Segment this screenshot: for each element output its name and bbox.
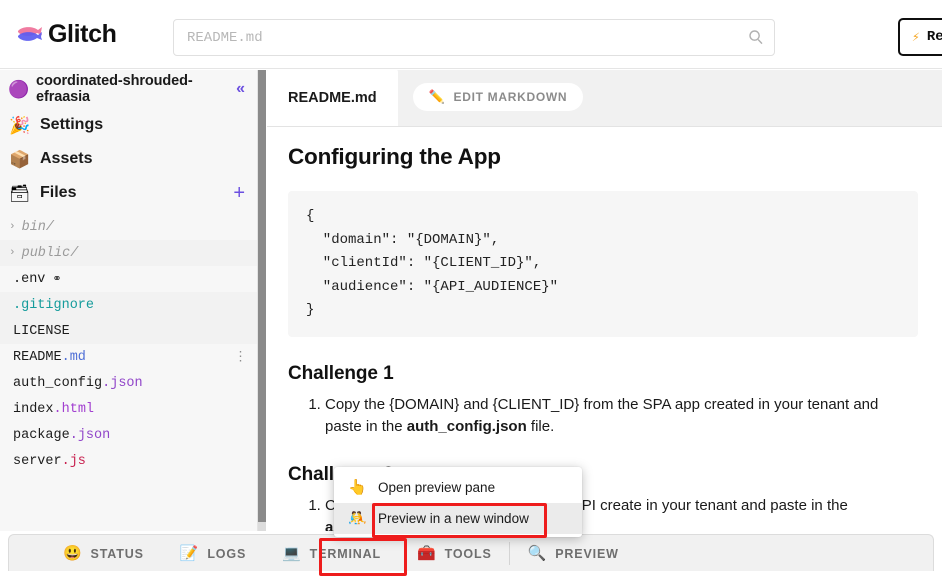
file-name: server [13,454,62,469]
file-name: .gitignore [13,298,94,313]
toolbar-button-terminal[interactable]: 💻 TERMINAL [264,535,399,572]
people-wrestling-icon: 🤼 [348,511,365,526]
file-name: bin/ [22,220,54,235]
file-name: auth_config [13,376,102,391]
list-item-bold-filename: auth_config.json [407,418,527,435]
challenge-1-list: Copy the {DOMAIN} and {CLIENT_ID} from t… [288,394,918,438]
sidebar-item-files[interactable]: 🗃 Files + [0,176,257,210]
toolbar-button-label: TERMINAL [310,547,381,561]
file-tree-item-auth-config[interactable]: auth_config.json [0,370,257,396]
toolbar-button-status[interactable]: 😃 STATUS [45,535,162,572]
chevron-double-left-icon[interactable]: « [236,81,247,97]
toolbar-button-label: PREVIEW [555,547,619,561]
file-tree-item-license[interactable]: LICENSE [0,318,257,344]
toolbar-button-label: TOOLS [445,547,492,561]
file-tree-item-readme[interactable]: README.md ⋮ [0,344,257,370]
file-name: README [13,350,62,365]
toolbar-button-logs[interactable]: 📝 LOGS [162,535,264,572]
menu-item-open-preview-pane[interactable]: 👆 Open preview pane [334,472,582,503]
search-icon[interactable] [748,29,764,45]
main-content: README.md ✏️ EDIT MARKDOWN Configuring t… [267,70,942,531]
file-tree-item-gitignore[interactable]: .gitignore [0,292,257,318]
smiley-face-icon: 😃 [63,546,83,561]
file-extension: .json [70,428,111,443]
toolbar-button-preview[interactable]: 🔍 PREVIEW [510,535,637,572]
chevron-right-icon: › [9,247,16,259]
bolt-icon: ⚡ [912,30,920,45]
pencil-icon: ✏️ [429,89,446,105]
tab-label: README.md [288,90,377,106]
magnifying-glass-icon: 🔍 [528,546,548,561]
toolbar-button-tools[interactable]: 🧰 TOOLS [399,535,510,572]
toolbar-button-label: STATUS [91,547,144,561]
brand-name: Glitch [48,20,116,49]
menu-item-label: Preview in a new window [378,511,529,526]
tab-readme-md[interactable]: README.md [267,70,398,126]
sidebar-scrollbar-thumb[interactable] [258,70,266,522]
toolbox-icon: 🧰 [417,546,437,561]
search-input[interactable] [173,19,775,56]
glitch-editor-window: Glitch ⚡ Remix 🟣 coordinated-shrouded-ef… [0,0,942,577]
menu-item-preview-in-new-window[interactable]: 🤼 Preview in a new window [334,503,582,534]
tab-bar: README.md ✏️ EDIT MARKDOWN [267,70,942,127]
memo-pencil-icon: 📝 [180,546,200,561]
file-list: › bin/ › public/ .env ⚭ .gitignore LICEN… [0,214,257,474]
toolbar-button-label: LOGS [207,547,246,561]
laptop-icon: 💻 [282,546,302,561]
file-tree-item-package-json[interactable]: package.json [0,422,257,448]
sidebar-item-label: Files [40,184,222,202]
file-extension: .js [62,454,86,469]
file-tree-folder-public[interactable]: › public/ [0,240,257,266]
list-item: Copy the {DOMAIN} and {CLIENT_ID} from t… [325,394,918,438]
remix-button-label: Remix [927,29,942,45]
file-extension: .md [62,350,86,365]
remix-button[interactable]: ⚡ Remix [898,18,942,56]
carp-streamer-icon: 🎉 [9,117,29,134]
file-tree-item-server-js[interactable]: server.js [0,448,257,474]
sidebar: 🟣 coordinated-shrouded-efraasia « 🎉 Sett… [0,70,258,531]
page-bottom-strip [0,571,942,577]
project-name: coordinated-shrouded-efraasia [36,73,227,105]
sidebar-item-settings[interactable]: 🎉 Settings [0,108,257,142]
package-icon: 📦 [9,151,29,168]
card-file-box-icon: 🗃 [9,185,29,202]
red-circle-avatar-icon: 🟣 [8,81,27,98]
file-tree-item-env[interactable]: .env ⚭ [0,266,257,292]
file-name: public/ [22,246,79,261]
private-icon: ⚭ [52,272,61,286]
glitch-fish-logo-icon [16,24,44,44]
file-name: package [13,428,70,443]
pointing-up-hand-icon: 👆 [348,480,365,495]
file-extension: .html [54,402,95,417]
search-container [173,19,775,56]
file-tree-item-index-html[interactable]: index.html [0,396,257,422]
file-tree-folder-bin[interactable]: › bin/ [0,214,257,240]
add-file-plus-icon[interactable]: + [233,183,245,203]
bottom-toolbar: 😃 STATUS 📝 LOGS 💻 TERMINAL 🧰 TOOLS 🔍 PRE… [8,534,934,572]
document-title: Configuring the App [288,144,918,170]
file-name: index [13,402,54,417]
file-name: .env [13,272,45,287]
tools-context-menu: 👆 Open preview pane 🤼 Preview in a new w… [334,467,582,537]
project-header[interactable]: 🟣 coordinated-shrouded-efraasia « [0,70,257,108]
sidebar-item-label: Settings [40,116,245,134]
kebab-menu-icon[interactable]: ⋮ [234,351,247,364]
top-bar: Glitch ⚡ Remix [0,0,942,69]
brand-logo[interactable]: Glitch [16,20,116,49]
file-extension: .json [102,376,143,391]
sidebar-item-assets[interactable]: 📦 Assets [0,142,257,176]
menu-item-label: Open preview pane [378,480,495,495]
section-heading-challenge-1: Challenge 1 [288,363,918,385]
edit-markdown-label: EDIT MARKDOWN [454,90,568,104]
config-code-block: { "domain": "{DOMAIN}", "clientId": "{CL… [288,191,918,337]
file-name: LICENSE [13,324,70,339]
list-item-suffix: file. [527,418,555,435]
chevron-right-icon: › [9,221,16,233]
edit-markdown-button[interactable]: ✏️ EDIT MARKDOWN [413,83,584,111]
sidebar-item-label: Assets [40,150,245,168]
